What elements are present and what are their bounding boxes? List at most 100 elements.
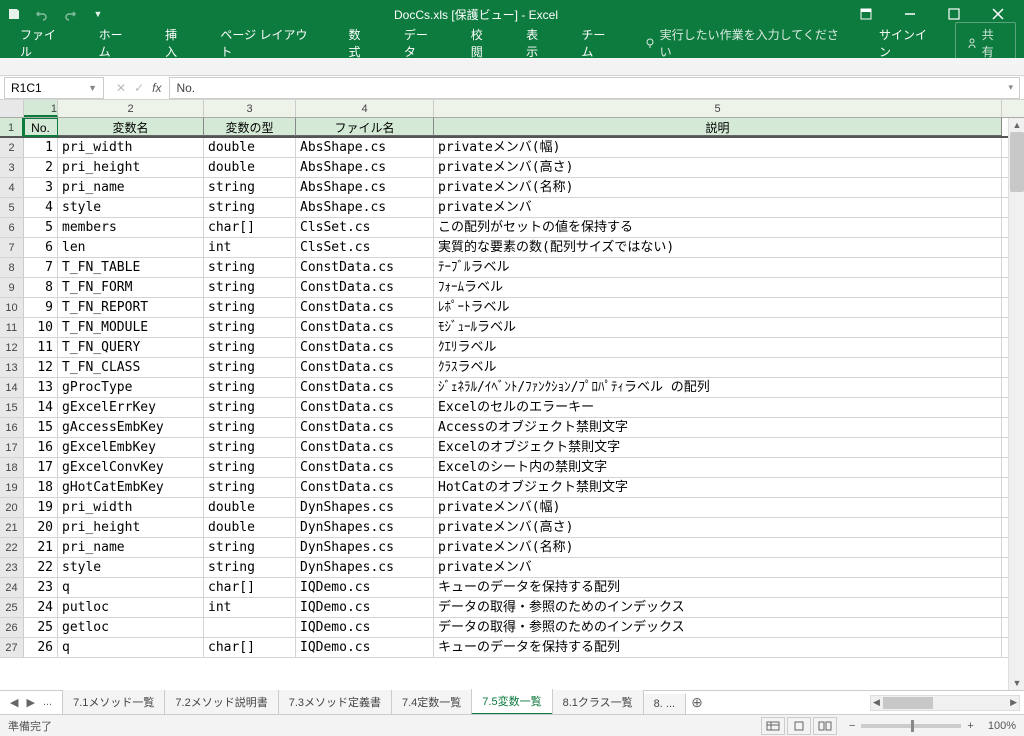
cell[interactable]: ConstData.cs xyxy=(296,438,434,457)
cell[interactable]: pri_width xyxy=(58,498,204,517)
row-header[interactable]: 1 xyxy=(0,118,24,136)
row-header[interactable]: 8 xyxy=(0,258,24,277)
cell[interactable]: T_FN_MODULE xyxy=(58,318,204,337)
cell[interactable]: q xyxy=(58,578,204,597)
cell[interactable]: 18 xyxy=(24,478,58,497)
cell[interactable]: 4 xyxy=(24,198,58,217)
cell[interactable]: string xyxy=(204,358,296,377)
cell[interactable]: 19 xyxy=(24,498,58,517)
cell[interactable]: DynShapes.cs xyxy=(296,558,434,577)
table-header-cell[interactable]: No. xyxy=(24,118,58,136)
cell[interactable]: ConstData.cs xyxy=(296,358,434,377)
cell[interactable]: データの取得・参照のためのインデックス xyxy=(434,598,1002,617)
zoom-out-icon[interactable]: − xyxy=(849,720,855,732)
cell[interactable]: 14 xyxy=(24,398,58,417)
cell[interactable]: AbsShape.cs xyxy=(296,158,434,177)
cell[interactable]: privateメンバ(名称) xyxy=(434,538,1002,557)
cell[interactable]: キューのデータを保持する配列 xyxy=(434,578,1002,597)
cell[interactable]: キューのデータを保持する配列 xyxy=(434,638,1002,657)
row-header[interactable]: 24 xyxy=(0,578,24,597)
scrollbar-thumb[interactable] xyxy=(1010,132,1024,192)
row-header[interactable]: 5 xyxy=(0,198,24,217)
cell[interactable]: pri_height xyxy=(58,158,204,177)
cell[interactable]: ﾓｼﾞｭｰﾙラベル xyxy=(434,318,1002,337)
cell[interactable]: 26 xyxy=(24,638,58,657)
add-sheet-icon[interactable]: ⊕ xyxy=(685,692,709,713)
cell[interactable]: T_FN_FORM xyxy=(58,278,204,297)
cell[interactable]: T_FN_REPORT xyxy=(58,298,204,317)
spreadsheet-grid[interactable]: 1 2 3 4 5 1No.変数名変数の型ファイル名説明21pri_widthd… xyxy=(0,100,1024,690)
cell[interactable]: ConstData.cs xyxy=(296,378,434,397)
table-header-cell[interactable]: ファイル名 xyxy=(296,118,434,136)
cell[interactable]: string xyxy=(204,558,296,577)
cell[interactable]: char[] xyxy=(204,638,296,657)
sheet-tab[interactable]: 7.2メソッド説明書 xyxy=(164,690,278,715)
row-header[interactable]: 27 xyxy=(0,638,24,657)
cell[interactable]: string xyxy=(204,198,296,217)
cell[interactable]: 実質的な要素の数(配列サイズではない) xyxy=(434,238,1002,257)
row-header[interactable]: 2 xyxy=(0,138,24,157)
cell[interactable]: style xyxy=(58,198,204,217)
vertical-scrollbar[interactable]: ▲ ▼ xyxy=(1008,118,1024,690)
expand-formula-icon[interactable]: ▾ xyxy=(1008,82,1013,93)
cell[interactable]: q xyxy=(58,638,204,657)
row-header[interactable]: 20 xyxy=(0,498,24,517)
horizontal-scrollbar[interactable]: ◀ ▶ xyxy=(870,695,1020,711)
cell[interactable]: int xyxy=(204,598,296,617)
cell[interactable]: ClsSet.cs xyxy=(296,218,434,237)
cell[interactable]: Excelのオブジェクト禁則文字 xyxy=(434,438,1002,457)
cell[interactable]: ConstData.cs xyxy=(296,418,434,437)
row-header[interactable]: 25 xyxy=(0,598,24,617)
row-header[interactable]: 17 xyxy=(0,438,24,457)
cell[interactable]: getloc xyxy=(58,618,204,637)
name-box[interactable]: R1C1 ▼ xyxy=(4,77,104,99)
cell[interactable]: gProcType xyxy=(58,378,204,397)
cell[interactable]: double xyxy=(204,158,296,177)
row-header[interactable]: 23 xyxy=(0,558,24,577)
cell[interactable]: ConstData.cs xyxy=(296,338,434,357)
cell[interactable]: Accessのオブジェクト禁則文字 xyxy=(434,418,1002,437)
cell[interactable]: ConstData.cs xyxy=(296,398,434,417)
cell[interactable] xyxy=(204,618,296,637)
cell[interactable]: 16 xyxy=(24,438,58,457)
row-header[interactable]: 16 xyxy=(0,418,24,437)
cell[interactable]: double xyxy=(204,498,296,517)
cell[interactable]: 25 xyxy=(24,618,58,637)
cell[interactable]: gHotCatEmbKey xyxy=(58,478,204,497)
cell[interactable]: gExcelErrKey xyxy=(58,398,204,417)
cell[interactable]: IQDemo.cs xyxy=(296,618,434,637)
cell[interactable]: ﾚﾎﾟｰﾄラベル xyxy=(434,298,1002,317)
scroll-right-icon[interactable]: ▶ xyxy=(1010,697,1017,708)
cell[interactable]: string xyxy=(204,298,296,317)
cell[interactable]: string xyxy=(204,378,296,397)
row-header[interactable]: 15 xyxy=(0,398,24,417)
col-header[interactable]: 3 xyxy=(204,100,296,117)
cell[interactable]: この配列がセットの値を保持する xyxy=(434,218,1002,237)
cell[interactable]: string xyxy=(204,438,296,457)
cell[interactable]: char[] xyxy=(204,578,296,597)
cell[interactable]: privateメンバ(名称) xyxy=(434,178,1002,197)
sheet-tab[interactable]: 7.3メソッド定義書 xyxy=(278,690,392,715)
view-normal-icon[interactable] xyxy=(761,717,785,735)
table-header-cell[interactable]: 変数の型 xyxy=(204,118,296,136)
cell[interactable]: style xyxy=(58,558,204,577)
redo-icon[interactable] xyxy=(62,6,78,22)
cell[interactable]: string xyxy=(204,458,296,477)
cell[interactable]: string xyxy=(204,398,296,417)
cell[interactable]: gExcelConvKey xyxy=(58,458,204,477)
cell[interactable]: 10 xyxy=(24,318,58,337)
cell[interactable]: HotCatのオブジェクト禁則文字 xyxy=(434,478,1002,497)
row-header[interactable]: 19 xyxy=(0,478,24,497)
cell[interactable]: ConstData.cs xyxy=(296,298,434,317)
cell[interactable]: ConstData.cs xyxy=(296,478,434,497)
cell[interactable]: string xyxy=(204,478,296,497)
cell[interactable]: string xyxy=(204,258,296,277)
cell[interactable]: DynShapes.cs xyxy=(296,538,434,557)
sheet-tab[interactable]: 7.4定数一覧 xyxy=(391,690,472,715)
undo-icon[interactable] xyxy=(34,6,50,22)
cell[interactable]: len xyxy=(58,238,204,257)
cell[interactable]: string xyxy=(204,338,296,357)
cell[interactable]: string xyxy=(204,278,296,297)
cell[interactable]: ClsSet.cs xyxy=(296,238,434,257)
cell[interactable]: ConstData.cs xyxy=(296,278,434,297)
